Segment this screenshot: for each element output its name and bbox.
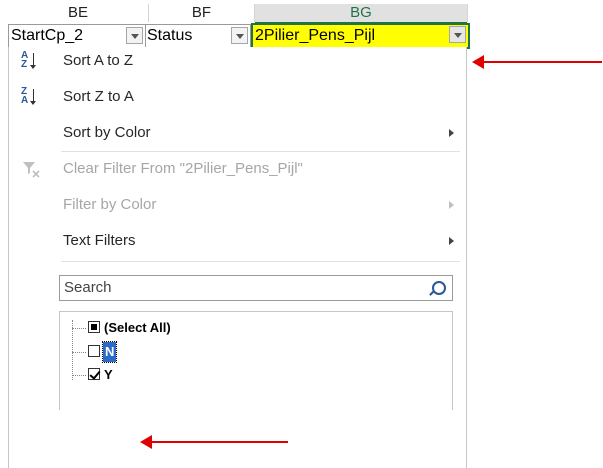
search-icon[interactable] xyxy=(432,281,446,295)
checkbox-checked[interactable] xyxy=(88,368,100,380)
menu-item-sort-by-color[interactable]: Sort by Color xyxy=(9,119,466,147)
menu-item-label: Sort by Color xyxy=(63,124,151,141)
filter-value-list[interactable]: (Select All) N Y xyxy=(59,311,453,410)
menu-item-sort-a-to-z[interactable]: AZ Sort A to Z xyxy=(9,47,466,75)
list-item-label: Y xyxy=(104,367,113,382)
tree-line xyxy=(72,328,86,329)
list-item-label: N xyxy=(101,341,118,363)
menu-item-sort-z-to-a[interactable]: ZA Sort Z to A xyxy=(9,83,466,111)
column-header-row: BE BF BG xyxy=(4,4,468,25)
list-item-label: (Select All) xyxy=(104,320,171,335)
menu-separator xyxy=(61,151,460,152)
header-cell-label: StartCp_2 xyxy=(11,27,84,44)
search-input[interactable]: Search xyxy=(59,275,453,301)
sort-descending-icon: ZA xyxy=(21,87,41,107)
menu-item-label: Text Filters xyxy=(63,232,136,249)
column-header-bf[interactable]: BF xyxy=(149,4,255,22)
menu-separator xyxy=(61,261,460,262)
sort-ascending-icon: AZ xyxy=(21,51,41,71)
menu-item-label: Sort Z to A xyxy=(63,88,134,105)
tree-line xyxy=(72,352,86,353)
header-cell-2pilier[interactable]: 2Pilier_Pens_Pijl xyxy=(251,23,470,49)
submenu-arrow-icon xyxy=(449,201,454,209)
menu-item-label: Clear Filter From "2Pilier_Pens_Pijl" xyxy=(63,160,303,177)
header-cell-label: Status xyxy=(147,27,193,44)
annotation-arrow-header xyxy=(472,55,602,69)
filter-dropdown-button[interactable] xyxy=(231,27,248,44)
filter-dropdown-button[interactable] xyxy=(126,27,143,44)
filter-dropdown-button-active[interactable] xyxy=(449,26,466,43)
column-header-bg[interactable]: BG xyxy=(255,4,468,25)
annotation-arrow-y xyxy=(140,435,288,449)
tree-line xyxy=(72,375,86,376)
autofilter-menu: AZ Sort A to Z ZA Sort Z to A Sort by Co… xyxy=(8,47,467,468)
header-cell-startcp[interactable]: StartCp_2 xyxy=(8,25,146,47)
menu-item-text-filters[interactable]: Text Filters xyxy=(9,227,466,255)
clear-filter-icon xyxy=(21,159,41,179)
column-header-be[interactable]: BE xyxy=(8,4,149,22)
submenu-arrow-icon xyxy=(449,129,454,137)
search-placeholder: Search xyxy=(64,279,112,296)
menu-item-clear-filter[interactable]: Clear Filter From "2Pilier_Pens_Pijl" xyxy=(9,155,466,183)
submenu-arrow-icon xyxy=(449,237,454,245)
tree-line xyxy=(72,320,89,380)
menu-item-label: Sort A to Z xyxy=(63,52,134,69)
menu-item-filter-by-color[interactable]: Filter by Color xyxy=(9,191,466,219)
checkbox-unchecked[interactable] xyxy=(88,345,100,357)
checkbox-partial[interactable] xyxy=(88,321,100,333)
menu-item-label: Filter by Color xyxy=(63,196,157,213)
filter-header-row: StartCp_2 Status 2Pilier_Pens_Pijl xyxy=(8,23,470,49)
header-cell-status[interactable]: Status xyxy=(145,25,251,47)
header-cell-label: 2Pilier_Pens_Pijl xyxy=(255,27,376,44)
